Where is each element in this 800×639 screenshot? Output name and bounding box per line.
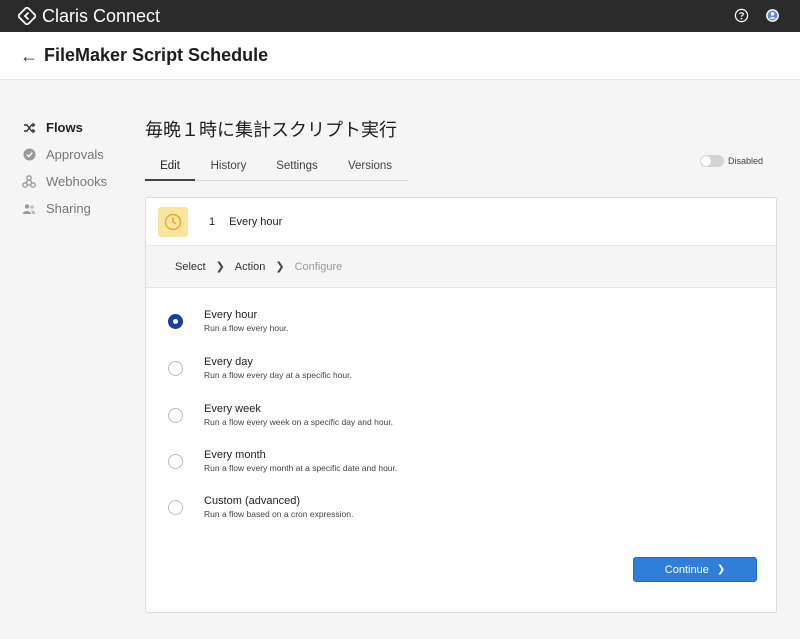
sidebar-item-sharing[interactable]: Sharing (22, 195, 132, 222)
option-every-hour[interactable]: Every hour Run a flow every hour. (168, 308, 289, 333)
check-circle-icon (22, 148, 36, 162)
brand[interactable]: Claris Connect (18, 6, 160, 27)
sidebar-item-label: Sharing (46, 201, 91, 216)
option-label: Every day (204, 356, 253, 368)
page-title: FileMaker Script Schedule (44, 45, 269, 65)
claris-logo-icon (18, 7, 36, 25)
sidebar-item-flows[interactable]: Flows (22, 114, 132, 141)
radio-every-month[interactable] (168, 454, 183, 469)
sidebar: Flows Approvals Webhooks Sharing (22, 114, 132, 222)
flow-status-toggle[interactable]: Disabled (700, 155, 763, 167)
brand-name: Claris Connect (42, 5, 161, 26)
option-desc: Run a flow every hour. (204, 323, 289, 333)
status-label: Disabled (728, 156, 764, 166)
tab-settings[interactable]: Settings (262, 152, 332, 181)
option-label: Every hour (204, 309, 258, 321)
chevron-right-icon: ❯ (716, 564, 726, 575)
webhook-icon (22, 175, 36, 189)
radio-every-hour[interactable] (168, 314, 183, 329)
tab-versions[interactable]: Versions (332, 152, 408, 181)
crumb-action[interactable]: Action (235, 261, 266, 273)
sidebar-item-label: Webhooks (46, 174, 108, 189)
page-header: ← FileMaker Script Schedule (0, 32, 800, 80)
option-desc: Run a flow every week on a specific day … (204, 417, 393, 427)
step-card: 1 Every hour Select ❯ Action ❯ Configure… (145, 197, 777, 613)
option-every-week[interactable]: Every week Run a flow every week on a sp… (168, 402, 393, 427)
step-number: 1 (209, 215, 216, 228)
option-label: Custom (advanced) (204, 495, 300, 507)
option-every-day[interactable]: Every day Run a flow every day at a spec… (168, 355, 352, 380)
option-label: Every month (204, 449, 266, 461)
toggle-switch[interactable] (700, 155, 724, 167)
top-bar: Claris Connect (0, 0, 800, 32)
flow-tabs: Edit History Settings Versions (145, 152, 408, 181)
continue-button[interactable]: Continue ❯ (633, 557, 757, 582)
radio-custom[interactable] (168, 500, 183, 515)
tab-history[interactable]: History (195, 152, 262, 181)
chevron-right-icon: ❯ (275, 261, 285, 273)
step-name: Every hour (229, 215, 283, 228)
sidebar-item-label: Approvals (46, 147, 104, 162)
people-icon (22, 202, 36, 216)
chevron-right-icon: ❯ (215, 261, 225, 273)
crumb-select[interactable]: Select (175, 261, 206, 273)
option-custom[interactable]: Custom (advanced) Run a flow based on a … (168, 494, 353, 519)
help-circle-icon[interactable] (734, 8, 749, 23)
shuffle-icon (22, 121, 36, 135)
option-desc: Run a flow every month at a specific dat… (204, 463, 398, 473)
back-arrow-icon[interactable]: ← (20, 47, 38, 65)
option-label: Every week (204, 403, 261, 415)
crumb-configure[interactable]: Configure (295, 261, 343, 273)
tab-edit[interactable]: Edit (145, 152, 195, 181)
radio-every-week[interactable] (168, 408, 183, 423)
option-desc: Run a flow based on a cron expression. (204, 509, 354, 519)
step-header[interactable]: 1 Every hour (146, 198, 776, 246)
continue-label: Continue (664, 563, 709, 576)
sidebar-item-approvals[interactable]: Approvals (22, 141, 132, 168)
step-breadcrumb: Select ❯ Action ❯ Configure (146, 246, 776, 288)
flow-title: 毎晩１時に集計スクリプト実行 (145, 120, 397, 140)
sidebar-item-webhooks[interactable]: Webhooks (22, 168, 132, 195)
option-every-month[interactable]: Every month Run a flow every month at a … (168, 448, 397, 473)
radio-every-day[interactable] (168, 361, 183, 376)
option-desc: Run a flow every day at a specific hour. (204, 370, 352, 380)
sidebar-item-label: Flows (46, 120, 83, 135)
clock-icon (158, 206, 188, 237)
account-icon[interactable] (765, 8, 780, 23)
